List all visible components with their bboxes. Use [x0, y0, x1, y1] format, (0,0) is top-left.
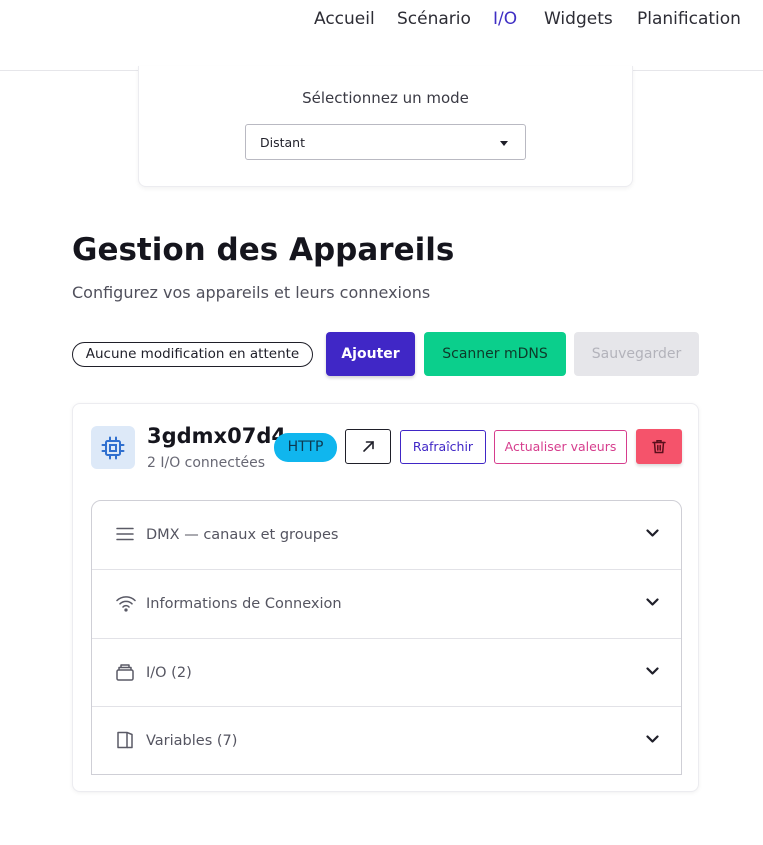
- protocol-badge: HTTP: [274, 433, 337, 462]
- section-label: I/O (2): [146, 665, 192, 681]
- caret-down-icon: [500, 141, 508, 146]
- stack-icon: [116, 664, 134, 681]
- trash-icon: [652, 440, 666, 454]
- section-label: Variables (7): [146, 733, 238, 749]
- nav-item-widgets[interactable]: Widgets: [544, 9, 613, 29]
- mode-label: Sélectionnez un mode: [302, 89, 469, 107]
- section-connection-info[interactable]: Informations de Connexion: [92, 569, 681, 637]
- variables-icon: [117, 731, 133, 749]
- wifi-icon: [116, 596, 136, 612]
- page-subtitle: Configurez vos appareils et leurs connex…: [72, 283, 431, 302]
- add-button[interactable]: Ajouter: [326, 332, 415, 376]
- device-card: 3gdmx07d4 2 I/O connectées HTTP Rafraîch…: [72, 403, 699, 792]
- section-dmx[interactable]: DMX — canaux et groupes: [92, 501, 681, 569]
- mode-card: Sélectionnez un mode Distant: [138, 66, 633, 187]
- save-button[interactable]: Sauvegarder: [574, 332, 699, 376]
- nav-item-accueil[interactable]: Accueil: [314, 9, 375, 29]
- mode-select[interactable]: Distant: [245, 124, 526, 160]
- section-label: DMX — canaux et groupes: [146, 527, 339, 543]
- top-navigation: Accueil Scénario I/O Widgets Planificati…: [0, 0, 763, 71]
- status-badge: Aucune modification en attente: [72, 342, 313, 367]
- chevron-down-icon: [646, 735, 659, 743]
- scan-mdns-button[interactable]: Scanner mDNS: [424, 332, 566, 376]
- device-sections-accordion: DMX — canaux et groupes Informations de …: [91, 500, 682, 775]
- menu-lines-icon: [116, 527, 134, 541]
- update-values-button[interactable]: Actualiser valeurs: [494, 430, 627, 464]
- nav-item-scenario[interactable]: Scénario: [397, 9, 471, 29]
- device-icon-box: [91, 426, 135, 469]
- section-variables[interactable]: Variables (7): [92, 706, 681, 774]
- open-external-button[interactable]: [345, 429, 391, 464]
- chevron-down-icon: [646, 598, 659, 606]
- chevron-down-icon: [646, 667, 659, 675]
- nav-item-planification[interactable]: Planification: [637, 9, 741, 29]
- device-name: 3gdmx07d4: [147, 424, 286, 448]
- mode-select-value: Distant: [260, 135, 305, 150]
- chevron-down-icon: [646, 529, 659, 537]
- delete-button[interactable]: [636, 429, 682, 464]
- section-label: Informations de Connexion: [146, 596, 342, 612]
- section-io[interactable]: I/O (2): [92, 638, 681, 706]
- arrow-up-right-icon: [363, 441, 374, 452]
- device-io-count: 2 I/O connectées: [147, 455, 266, 471]
- nav-item-io[interactable]: I/O: [493, 9, 517, 29]
- chip-icon: [101, 436, 125, 460]
- refresh-button[interactable]: Rafraîchir: [400, 430, 486, 464]
- page-title: Gestion des Appareils: [72, 232, 455, 268]
